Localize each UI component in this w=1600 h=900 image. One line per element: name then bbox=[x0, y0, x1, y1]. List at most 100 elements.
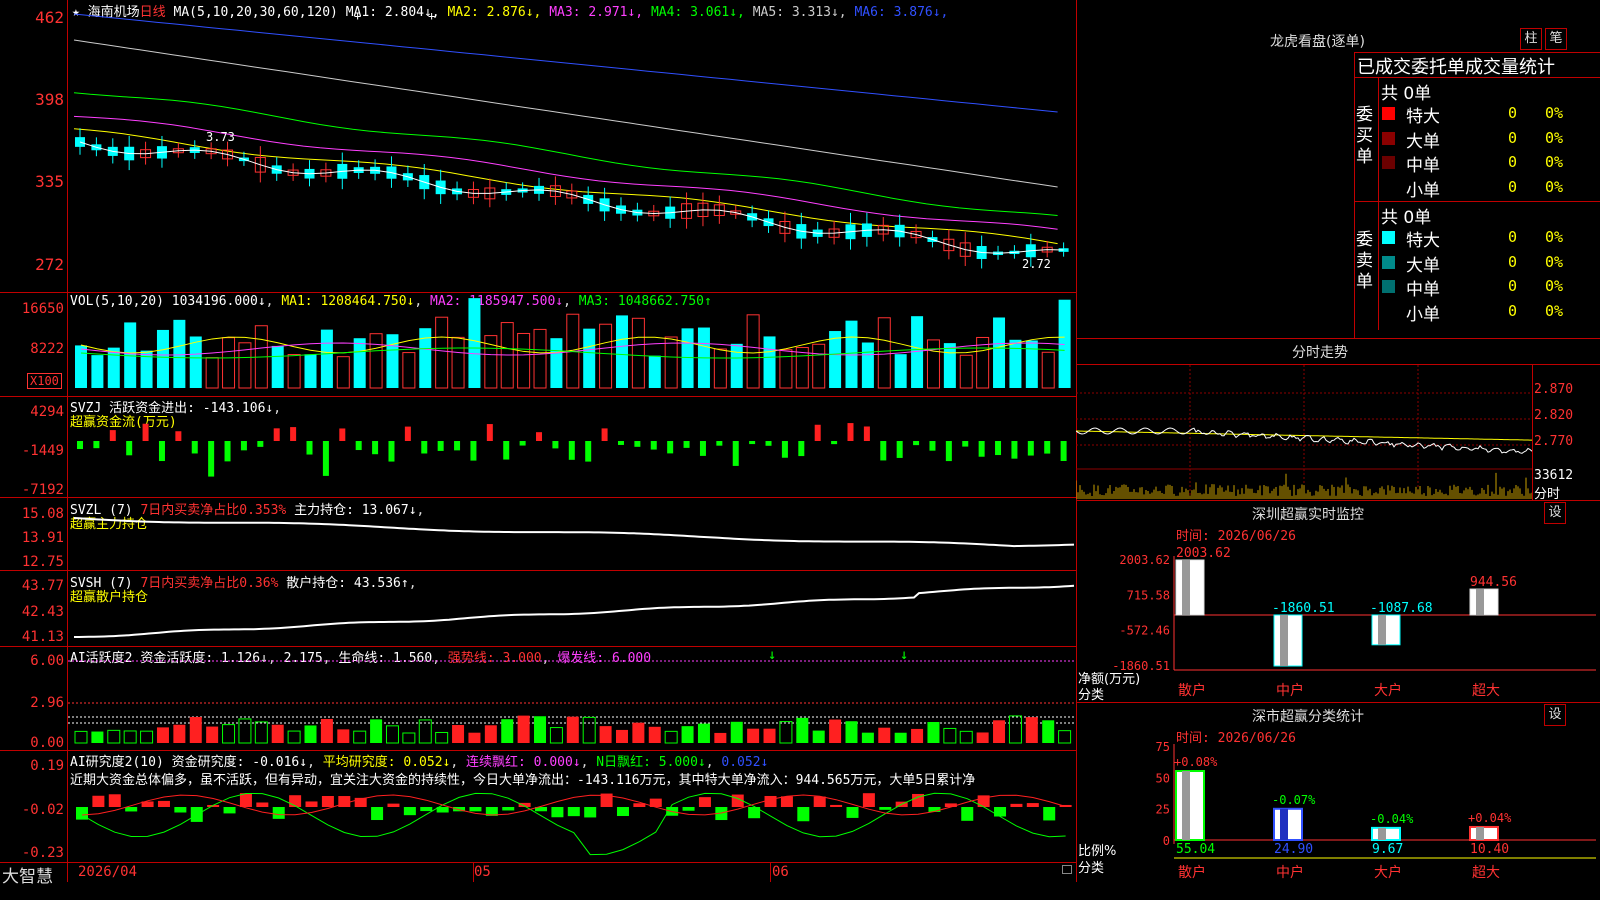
vol-bar bbox=[845, 320, 858, 388]
order-size-label: 小单 bbox=[1406, 180, 1440, 201]
active-bar bbox=[304, 725, 317, 743]
monitor-bar-label: 944.56 bbox=[1470, 575, 1517, 590]
brand-logo[interactable]: 大智慧 bbox=[2, 862, 53, 887]
lock-icon[interactable] bbox=[1062, 865, 1072, 874]
vol-bar bbox=[353, 338, 366, 388]
flow-bar bbox=[798, 441, 805, 457]
order-size-label: 特大 bbox=[1406, 231, 1440, 251]
sell-total: 共 0单 bbox=[1381, 208, 1432, 228]
vol-bar bbox=[173, 319, 186, 388]
vol-bar bbox=[91, 355, 104, 388]
flow-bar bbox=[863, 426, 870, 441]
bar-mode-button[interactable]: 柱 bbox=[1520, 28, 1542, 50]
ai-active-chart: ↓ ↓ bbox=[68, 647, 1076, 744]
order-count: 0 bbox=[1508, 177, 1518, 196]
high-price-label: 3.73 bbox=[206, 130, 235, 144]
flow-bar bbox=[257, 441, 264, 447]
flow-bar bbox=[339, 428, 346, 441]
date-axis-start: 2026/04 bbox=[78, 864, 138, 880]
intraday-chart[interactable] bbox=[1076, 365, 1532, 499]
research-bar bbox=[272, 807, 285, 819]
active-bar bbox=[878, 727, 891, 743]
active-bar bbox=[74, 730, 88, 744]
active-bar bbox=[254, 721, 268, 744]
vol-ytick: 8222 bbox=[30, 341, 64, 357]
monitor-settings-button[interactable]: 设 bbox=[1544, 502, 1566, 524]
flow-bar bbox=[781, 441, 788, 458]
flow-bar bbox=[175, 431, 182, 441]
flow-bar bbox=[552, 441, 559, 449]
vol-unit-button[interactable]: X100 bbox=[27, 373, 62, 389]
classify-settings-button[interactable]: 设 bbox=[1544, 704, 1566, 726]
divider bbox=[1532, 365, 1533, 500]
research-bar bbox=[108, 794, 121, 807]
research-bar bbox=[698, 797, 711, 807]
vol-bar bbox=[533, 328, 547, 389]
research-bar bbox=[420, 807, 433, 812]
divider bbox=[1076, 500, 1600, 501]
svzl-ytick: 12.75 bbox=[21, 554, 64, 570]
svsh-ytick: 43.77 bbox=[21, 578, 64, 594]
ai-research-ytick: -0.23 bbox=[21, 845, 64, 861]
classify-title: 深市超赢分类统计 bbox=[1252, 709, 1364, 725]
active-bar bbox=[435, 731, 449, 744]
flow-bar bbox=[224, 441, 231, 462]
main-ytick: 335 bbox=[35, 172, 64, 191]
active-bar bbox=[566, 716, 579, 743]
research-bar bbox=[371, 807, 384, 821]
vol-bar bbox=[435, 316, 449, 389]
active-bar bbox=[681, 726, 694, 743]
vol-bar bbox=[517, 332, 531, 389]
vol-bar bbox=[189, 336, 202, 388]
active-bar bbox=[484, 725, 497, 743]
classify-category: 大户 bbox=[1374, 864, 1402, 881]
flow-bar bbox=[519, 441, 526, 446]
vol-bar bbox=[861, 342, 874, 388]
flow-bar bbox=[208, 441, 215, 477]
monitor-bar-label: -1860.51 bbox=[1272, 601, 1335, 616]
active-bar bbox=[402, 732, 416, 744]
active-bar bbox=[1008, 715, 1022, 744]
order-count: 0 bbox=[1508, 277, 1518, 295]
active-bar bbox=[632, 722, 645, 743]
active-bar bbox=[1058, 730, 1072, 744]
order-pct: 0% bbox=[1545, 277, 1564, 295]
vol-bar bbox=[681, 328, 694, 388]
main-ytick: 398 bbox=[35, 90, 64, 109]
order-size-label: 中单 bbox=[1406, 280, 1440, 300]
ma-line bbox=[73, 128, 1058, 245]
research-bar bbox=[125, 807, 138, 812]
flow-bar bbox=[1044, 441, 1051, 454]
vol-bar bbox=[926, 339, 940, 389]
active-bar bbox=[959, 730, 973, 744]
classify-bar-shade bbox=[1280, 808, 1288, 840]
flow-bar bbox=[191, 441, 198, 454]
vol-bar bbox=[451, 336, 465, 389]
ai-active-ytick: 6.00 bbox=[30, 653, 64, 669]
classify-change: -0.04% bbox=[1370, 812, 1414, 826]
vol-bar bbox=[304, 354, 317, 388]
active-bar bbox=[648, 726, 661, 743]
research-bar bbox=[879, 807, 892, 810]
flow-bar bbox=[995, 441, 1002, 456]
active-bar bbox=[812, 730, 825, 743]
classify-ytick: 50 bbox=[1156, 771, 1170, 785]
date-axis-month: 06 bbox=[772, 864, 789, 880]
research-bar bbox=[502, 807, 515, 811]
active-bar bbox=[549, 727, 563, 744]
research-bar bbox=[797, 807, 810, 822]
monitor-bar-shade bbox=[1476, 589, 1484, 615]
vol-bar bbox=[402, 352, 416, 389]
flow-bar bbox=[109, 430, 116, 441]
active-bar bbox=[452, 725, 465, 743]
flow-bar bbox=[536, 432, 543, 441]
monitor-bar-label: -1087.68 bbox=[1370, 601, 1433, 616]
active-bar bbox=[894, 732, 907, 743]
tick-mode-button[interactable]: 笔 bbox=[1545, 28, 1567, 50]
vol-bar bbox=[959, 354, 973, 389]
price-chart[interactable]: + + bbox=[68, 0, 1076, 292]
order-size-label: 中单 bbox=[1406, 156, 1440, 176]
active-bar bbox=[370, 719, 383, 743]
flow-bar bbox=[454, 441, 461, 451]
order-pct: 0% bbox=[1545, 177, 1564, 196]
